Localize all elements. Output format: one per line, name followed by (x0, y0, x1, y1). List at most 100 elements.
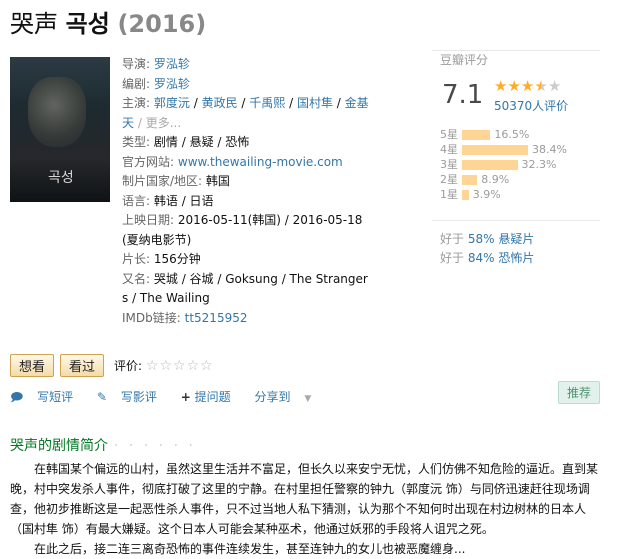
cast-label: 主演: (122, 96, 151, 110)
rate-star-icon[interactable]: ☆ (173, 358, 187, 374)
cast-link[interactable]: 郭度沅 (154, 96, 190, 110)
synopsis-heading: 哭声的剧情简介 · · · · · · (10, 435, 196, 455)
rate-star-icon[interactable]: ☆ (159, 358, 173, 374)
rating-bar (462, 145, 528, 155)
title-name: 哭声 (10, 10, 58, 38)
ask-question[interactable]: + 提问题 (181, 390, 241, 404)
write-short-review[interactable]: 🗩 写短评 (10, 390, 83, 404)
rating-bar-percent: 8.9% (481, 173, 510, 186)
synopsis-heading-dots: · · · · · · (114, 438, 196, 454)
site-label: 官方网站: (122, 154, 175, 169)
rate-star-icon[interactable]: ☆ (200, 358, 214, 374)
rating-bar-star: 5星 (440, 128, 458, 141)
star-icon: ★ (507, 77, 521, 95)
better-percent-link[interactable]: 58% (468, 232, 495, 246)
rate-widget: 评价: ☆☆☆☆☆ (114, 357, 214, 374)
share-label: 分享到 (254, 390, 291, 404)
genre-value: 恐怖 (225, 135, 250, 149)
rating-bar-star: 2星 (440, 173, 458, 186)
rating-label: 豆瓣评分 (440, 53, 489, 67)
rating-bar-row: 4星 38.4% (440, 142, 620, 157)
genre-value: 剧情 (153, 135, 178, 149)
ask-question-label: 提问题 (194, 390, 231, 404)
language-value: 韩语 / 日语 (153, 193, 214, 208)
synopsis-paragraph: 在韩国某个偏远的山村，虽然这里生活并不富足，但长久以来安宁无忧，人们仿佛不知危险… (10, 462, 599, 536)
rating-bar-row: 3星 32.3% (440, 157, 620, 172)
imdb-link[interactable]: tt5215952 (185, 311, 248, 325)
comment-icon: 🗩 (10, 390, 24, 404)
rating-distribution: 5星 16.5% 4星 38.4% 3星 32.3% 2星 8.9% 1星 3.9% (440, 127, 620, 202)
write-short-review-label: 写短评 (37, 390, 74, 404)
rating-bar-row: 1星 3.9% (440, 187, 620, 202)
interest-buttons: 想看 看过 评价: ☆☆☆☆☆ (10, 354, 214, 377)
release-separator: / (280, 213, 293, 227)
rating-bar-percent: 3.9% (472, 188, 501, 201)
genre-label: 类型: (122, 135, 151, 149)
movie-poster[interactable]: 곡성 (10, 57, 110, 202)
rating-bar-row: 2星 8.9% (440, 172, 620, 187)
synopsis-heading-text: 哭声的剧情简介 (10, 438, 108, 454)
rating-stars: ★★★★★ (494, 77, 561, 95)
rating-bar-star: 4星 (440, 143, 458, 156)
star-empty-icon: ★ (547, 77, 562, 95)
watched-button[interactable]: 看过 (60, 354, 105, 377)
caret-down-icon: ▼ (304, 394, 312, 404)
release-label: 上映日期: (122, 213, 175, 227)
cast-more-link[interactable]: 更多... (146, 116, 181, 130)
star-icon: ★ (494, 77, 508, 95)
writer-label: 编剧: (122, 76, 151, 91)
country-label: 制片国家/地区: (122, 174, 203, 188)
director-link[interactable]: 罗泓轸 (154, 57, 190, 71)
synopsis-paragraph: 在此之后，接二连三离奇恐怖的事件连续发生，甚至连钟九的女儿也被恶魔缠身... (34, 542, 466, 556)
synopsis: 在韩国某个偏远的山村，虽然这里生活并不富足，但长久以来安宁无忧，人们仿佛不知危险… (10, 459, 600, 559)
language-label: 语言: (122, 193, 151, 208)
rating-divider (432, 220, 600, 221)
poster-title-text: 곡성 (48, 170, 74, 186)
rating-score: 7.1 (442, 80, 484, 110)
runtime-value: 156分钟 (153, 252, 201, 266)
rating-bar-star: 1星 (440, 188, 458, 201)
rate-star-icon[interactable]: ☆ (146, 358, 160, 374)
write-review[interactable]: ✎ 写影评 (97, 390, 167, 404)
better-genre-link[interactable]: 恐怖片 (498, 251, 534, 265)
rating-bar-row: 5星 16.5% (440, 127, 620, 142)
genre-comparison: 好于 58% 悬疑片 好于 84% 恐怖片 (440, 230, 534, 268)
rating-bar-percent: 38.4% (532, 143, 567, 156)
cast-link[interactable]: 国村隼 (297, 96, 333, 110)
title-original: 곡성 (65, 10, 110, 38)
runtime-label: 片长: (122, 252, 151, 266)
rating-box: 豆瓣评分 7.1 ★★★★★ 50370人评价 (432, 50, 602, 113)
rating-bar (462, 130, 491, 140)
better-prefix: 好于 (440, 232, 468, 246)
recommend-button[interactable]: 推荐 (558, 381, 601, 404)
movie-info: 导演: 罗泓轸 编剧: 罗泓轸 主演: 郭度沅 / 黄政民 / 千禹熙 / 国村… (122, 57, 369, 325)
writer-link[interactable]: 罗泓轸 (154, 77, 190, 91)
rate-label: 评价: (114, 359, 143, 373)
page-title: 哭声 곡성 (2016) (10, 6, 206, 42)
write-review-label: 写影评 (120, 390, 157, 404)
star-half-icon: ★ (534, 77, 548, 95)
rate-star-icon[interactable]: ☆ (187, 358, 201, 374)
rating-bar-percent: 32.3% (521, 158, 557, 171)
rating-bar-percent: 16.5% (494, 128, 530, 141)
release-date-1: 2016-05-11(韩国) (177, 213, 281, 227)
want-to-watch-button[interactable]: 想看 (10, 354, 55, 377)
rating-bar (462, 160, 518, 170)
country-value: 韩国 (205, 174, 230, 188)
title-year: (2016) (117, 10, 207, 38)
better-percent-link[interactable]: 84% (468, 251, 495, 265)
official-site-link[interactable]: www.thewailing-movie.com (178, 155, 343, 169)
aka-label: 又名: (122, 271, 151, 286)
plus-icon: + (180, 390, 191, 404)
rating-bar (462, 190, 469, 200)
share-dropdown[interactable]: 分享到 ▼ (254, 390, 321, 404)
better-prefix: 好于 (440, 251, 468, 265)
action-bar: 🗩 写短评 ✎ 写影评 + 提问题 分享到 ▼ (10, 388, 331, 409)
better-genre-link[interactable]: 悬疑片 (498, 232, 534, 246)
rating-count-link[interactable]: 50370人评价 (494, 97, 568, 114)
cast-link[interactable]: 千禹熙 (249, 96, 285, 110)
star-icon: ★ (520, 77, 535, 95)
aka-value: 哭城 / 谷城 / Goksung / The Strangers / The … (122, 271, 368, 306)
cast-link[interactable]: 黄政民 (202, 96, 238, 110)
pencil-icon: ✎ (97, 390, 108, 404)
